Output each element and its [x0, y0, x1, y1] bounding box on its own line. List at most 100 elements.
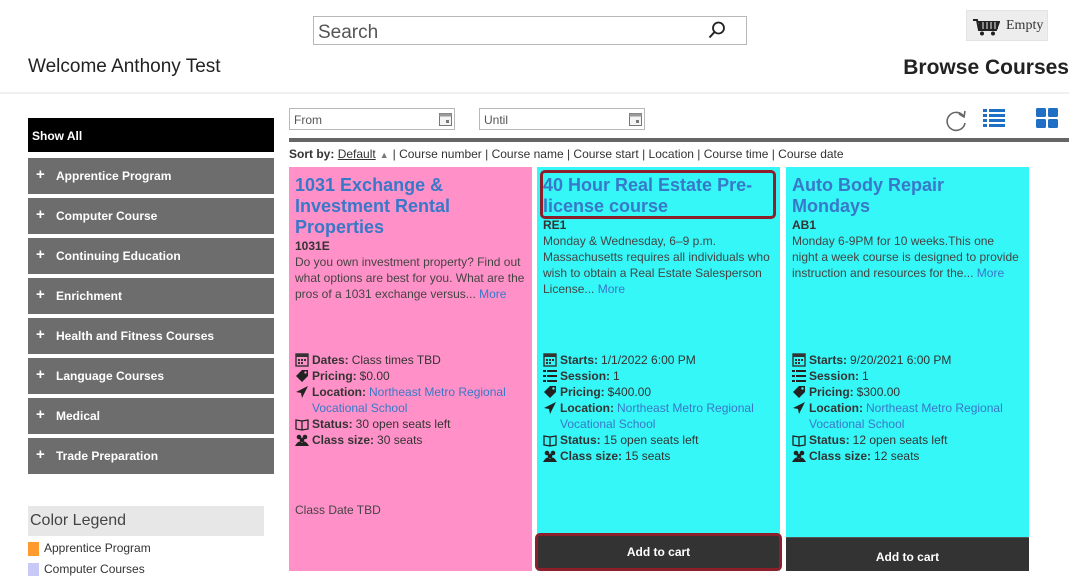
course-card-ab1: Auto Body Repair Mondays AB1 Monday 6-9P…	[786, 167, 1029, 571]
search-icon[interactable]	[708, 21, 726, 39]
location-arrow-icon	[793, 402, 805, 414]
location-row: Location: Northeast Metro Regional Vocati…	[543, 400, 774, 432]
more-link[interactable]: More	[977, 266, 1004, 280]
header-divider	[0, 92, 1069, 94]
starts-value: 1/1/2022 6:00 PM	[601, 353, 696, 367]
sidebar-item-enrichment[interactable]: + Enrichment	[28, 278, 274, 314]
sidebar-item-continuing-education[interactable]: + Continuing Education	[28, 238, 274, 274]
course-title-link[interactable]: 1031 Exchange & Investment Rental Proper…	[295, 175, 526, 238]
plus-icon: +	[36, 206, 45, 223]
dates-label: Dates:	[312, 353, 349, 367]
course-description: Monday 6-9PM for 10 weeks.This one night…	[792, 233, 1023, 281]
price-tag-icon	[793, 386, 805, 398]
course-code: 1031E	[295, 239, 330, 253]
legend-swatch	[28, 562, 39, 576]
add-to-cart-button[interactable]: Add to cart	[535, 533, 782, 571]
course-title-link[interactable]: Auto Body Repair Mondays	[792, 175, 1023, 217]
status-label: Status:	[560, 433, 601, 447]
location-label: Location:	[560, 401, 614, 415]
pricing-value: $300.00	[856, 385, 901, 399]
sidebar-item-computer-course[interactable]: + Computer Course	[28, 198, 274, 234]
location-label: Location:	[312, 385, 366, 399]
starts-label: Starts:	[560, 353, 599, 367]
course-description: Monday & Wednesday, 6–9 p.m. Massachuset…	[543, 233, 774, 297]
from-date-placeholder: From	[294, 113, 322, 127]
open-book-icon	[543, 435, 557, 447]
cart-button[interactable]: Empty	[966, 10, 1048, 41]
plus-icon: +	[36, 406, 45, 423]
sort-prefix: Sort by:	[289, 147, 335, 161]
location-row: Location: Northeast Metro Regional Vocati…	[792, 400, 1023, 432]
welcome-message: Welcome Anthony Test	[28, 56, 221, 77]
from-date-input[interactable]: From	[289, 108, 455, 130]
sidebar-item-language-courses[interactable]: + Language Courses	[28, 358, 274, 394]
status-row: Status: 15 open seats left	[543, 432, 774, 448]
list-view-icon[interactable]	[983, 108, 1005, 128]
sort-default-link[interactable]: Default	[338, 147, 376, 161]
legend-label: Apprentice Program	[44, 541, 151, 555]
price-tag-icon	[296, 370, 308, 382]
sidebar-item-label: Computer Course	[56, 209, 158, 223]
sidebar-item-label: Continuing Education	[56, 249, 181, 263]
color-legend-title: Color Legend	[28, 506, 264, 536]
session-value: 1	[862, 369, 869, 383]
course-details: Dates: Class times TBD Pricing: $0.00 Loca…	[295, 352, 526, 448]
users-icon	[295, 434, 309, 446]
pricing-label: Pricing:	[312, 369, 357, 383]
toolbar-divider	[289, 138, 1069, 142]
status-row: Status: 12 open seats left	[792, 432, 1023, 448]
course-code: RE1	[543, 218, 567, 232]
course-details: Starts: 9/20/2021 6:00 PM Session: 1 Prici…	[792, 352, 1023, 464]
plus-icon: +	[36, 246, 45, 263]
calendar-icon	[295, 353, 309, 367]
users-icon	[543, 450, 557, 462]
sidebar-item-trade-preparation[interactable]: + Trade Preparation	[28, 438, 274, 474]
until-date-placeholder: Until	[484, 113, 509, 127]
calendar-icon	[792, 353, 806, 367]
course-code: AB1	[792, 218, 817, 232]
sort-options[interactable]: | Course number | Course name | Course s…	[393, 147, 844, 161]
status-value: 30 open seats left	[355, 417, 451, 431]
calendar-icon[interactable]	[439, 112, 452, 126]
location-arrow-icon	[296, 386, 308, 398]
location-text: Location: Northeast Metro Regional Vocati…	[560, 400, 774, 432]
sidebar-item-label: Trade Preparation	[56, 449, 159, 463]
more-link[interactable]: More	[479, 287, 506, 301]
class-size-value: 30 seats	[377, 433, 423, 447]
refresh-icon[interactable]	[943, 108, 969, 134]
sidebar-item-medical[interactable]: + Medical	[28, 398, 274, 434]
class-size-row: Class size: 12 seats	[792, 448, 1023, 464]
pricing-label: Pricing:	[809, 385, 854, 399]
sidebar-show-all[interactable]: Show All	[28, 118, 274, 152]
sort-bar: Sort by: Default ▲ | Course number | Cours…	[289, 147, 844, 161]
calendar-icon	[543, 353, 557, 367]
sidebar-item-label: Enrichment	[56, 289, 123, 303]
plus-icon: +	[36, 446, 45, 463]
more-link[interactable]: More	[598, 282, 625, 296]
class-size-value: 12 seats	[874, 449, 920, 463]
title-highlight-box	[540, 170, 776, 219]
add-to-cart-button[interactable]: Add to cart	[786, 537, 1029, 571]
pricing-value: $400.00	[607, 385, 652, 399]
search-input[interactable]: Search	[313, 16, 747, 45]
status-value: 12 open seats left	[852, 433, 948, 447]
course-card-1031e: 1031 Exchange & Investment Rental Proper…	[289, 167, 532, 571]
course-description-text: Monday & Wednesday, 6–9 p.m. Massachuset…	[543, 234, 770, 296]
course-details: Starts: 1/1/2022 6:00 PM Session: 1 Pricin…	[543, 352, 774, 464]
location-row: Location: Northeast Metro Regional Vocati…	[295, 384, 526, 416]
until-date-input[interactable]: Until	[479, 108, 645, 130]
calendar-icon[interactable]	[629, 112, 642, 126]
sidebar-item-health-fitness[interactable]: + Health and Fitness Courses	[28, 318, 274, 354]
pricing-row: Pricing: $400.00	[543, 384, 774, 400]
class-size-value: 15 seats	[625, 449, 671, 463]
class-size-label: Class size:	[312, 433, 375, 447]
list-icon	[792, 370, 806, 382]
sidebar-item-apprentice-program[interactable]: + Apprentice Program	[28, 158, 274, 194]
grid-view-icon[interactable]	[1036, 108, 1058, 128]
legend-label: Computer Courses	[44, 562, 145, 576]
list-icon	[543, 370, 557, 382]
location-text: Location: Northeast Metro Regional Vocati…	[312, 384, 526, 416]
course-title-link[interactable]: 40 Hour Real Estate Pre-license course	[540, 170, 776, 219]
class-size-row: Class size: 30 seats	[295, 432, 526, 448]
sort-ascending-icon[interactable]: ▲	[380, 150, 389, 160]
